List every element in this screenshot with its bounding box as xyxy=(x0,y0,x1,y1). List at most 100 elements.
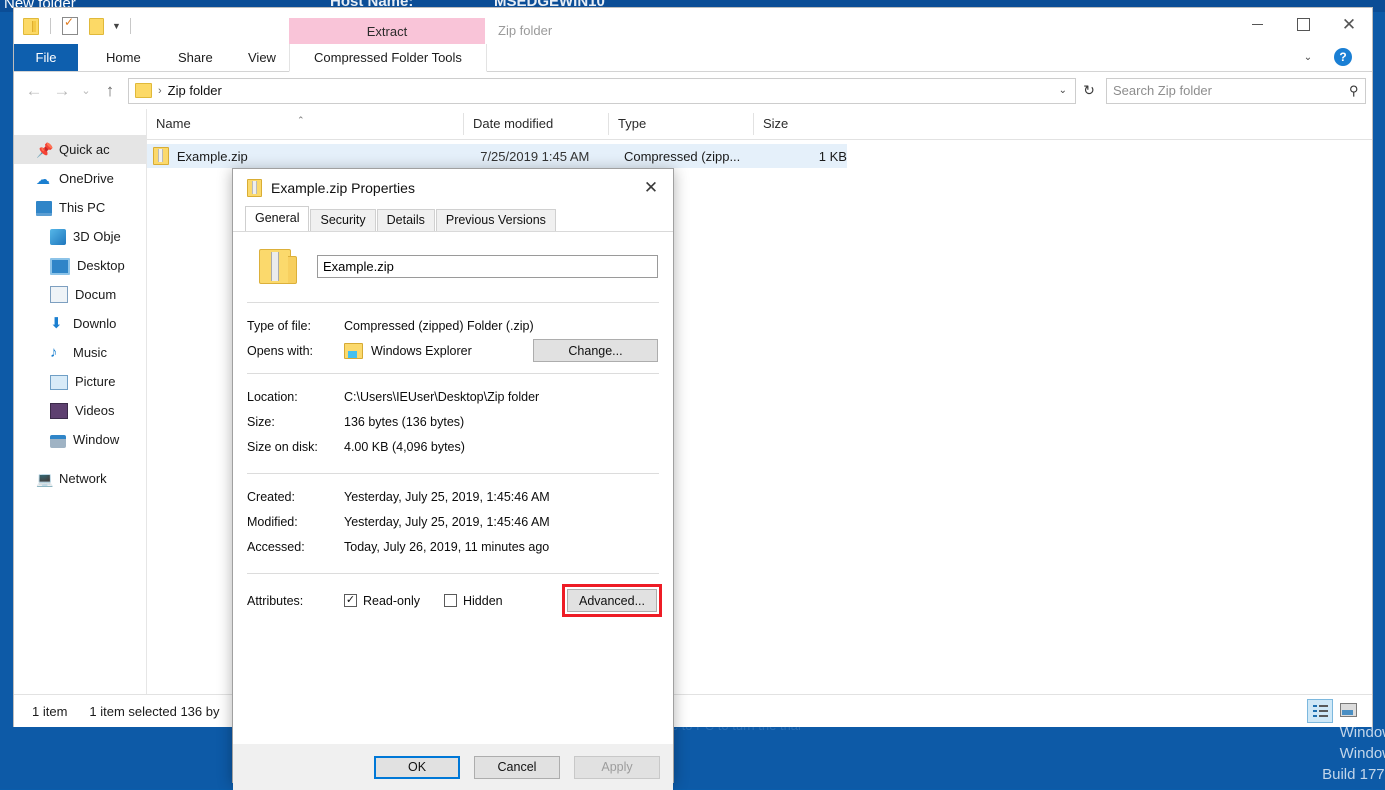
apply-button[interactable]: Apply xyxy=(574,756,660,779)
address-bar: ← → ⌄ ↑ › Zip folder ⌄ ↻ Search Zip fold… xyxy=(14,72,1372,109)
folder-icon xyxy=(135,83,152,98)
navigation-pane: 📌 Quick ac ☁ OneDrive This PC 3D Obje De… xyxy=(14,109,146,694)
file-explorer-window: ▼ ✕ Extract Zip folder File Home Share V… xyxy=(14,8,1372,726)
table-row[interactable]: Example.zip 7/25/2019 1:45 AM Compressed… xyxy=(147,144,847,168)
search-input[interactable]: Search Zip folder ⚲ xyxy=(1106,78,1366,104)
details-view-icon[interactable] xyxy=(1307,699,1333,723)
downloads-icon: ⬇ xyxy=(50,316,66,332)
sidebar-item-3d-objects[interactable]: 3D Obje xyxy=(14,222,146,251)
sidebar-label: This PC xyxy=(59,200,105,215)
videos-icon xyxy=(50,403,68,419)
dialog-footer: OK Cancel Apply xyxy=(233,744,673,790)
sidebar-item-onedrive[interactable]: ☁ OneDrive xyxy=(14,164,146,193)
back-button[interactable]: ← xyxy=(20,77,48,105)
minimize-button[interactable] xyxy=(1234,8,1280,40)
sidebar-label: Network xyxy=(59,471,107,486)
divider-3 xyxy=(247,473,659,474)
location-value: C:\Users\IEUser\Desktop\Zip folder xyxy=(344,390,539,404)
attributes-row: Attributes: ✓ Read-only Hidden Advanced.… xyxy=(247,584,659,617)
size-value: 136 bytes (136 bytes) xyxy=(344,415,464,429)
column-header-name[interactable]: Name ⌃ xyxy=(147,113,463,135)
advanced-button[interactable]: Advanced... xyxy=(567,589,657,612)
tab-compressed-folder-tools[interactable]: Compressed Folder Tools xyxy=(289,44,487,72)
chevron-down-icon-address[interactable]: ⌄ xyxy=(1059,85,1067,96)
refresh-icon[interactable]: ↻ xyxy=(1076,78,1102,104)
sidebar-item-windows-drive[interactable]: Window xyxy=(14,425,146,454)
new-folder-icon[interactable] xyxy=(83,13,109,39)
sidebar-label: 3D Obje xyxy=(73,229,121,244)
column-header-type[interactable]: Type xyxy=(608,113,753,135)
properties-icon[interactable] xyxy=(57,13,83,39)
accessed-row: Accessed: Today, July 26, 2019, 11 minut… xyxy=(247,534,659,559)
type-of-file-label: Type of file: xyxy=(247,319,344,333)
tab-general[interactable]: General xyxy=(245,206,309,231)
size-on-disk-row: Size on disk: 4.00 KB (4,096 bytes) xyxy=(247,434,659,459)
chevron-down-icon-ribbon[interactable]: ⌄ xyxy=(1296,44,1320,71)
sidebar-item-quick-access[interactable]: 📌 Quick ac xyxy=(14,135,146,164)
tab-security[interactable]: Security xyxy=(310,209,375,231)
column-header-row: Name ⌃ Date modified Type Size xyxy=(147,109,1372,140)
maximize-button[interactable] xyxy=(1280,8,1326,40)
dialog-title-bar: Example.zip Properties ✕ xyxy=(233,169,673,207)
advanced-button-highlight: Advanced... xyxy=(562,584,662,617)
change-button[interactable]: Change... xyxy=(533,339,658,362)
sidebar-item-network[interactable]: 💻 Network xyxy=(14,464,146,493)
sidebar-item-music[interactable]: ♪ Music xyxy=(14,338,146,367)
3d-objects-icon xyxy=(50,229,66,245)
tab-details[interactable]: Details xyxy=(377,209,435,231)
ok-button[interactable]: OK xyxy=(374,756,460,779)
tab-previous-versions[interactable]: Previous Versions xyxy=(436,209,556,231)
hidden-checkbox[interactable] xyxy=(444,594,457,607)
tab-view[interactable]: View xyxy=(234,44,290,71)
accessed-value: Today, July 26, 2019, 11 minutes ago xyxy=(344,540,549,554)
recent-locations-button[interactable]: ⌄ xyxy=(76,77,96,105)
zip-file-large-icon xyxy=(259,249,291,284)
size-on-disk-label: Size on disk: xyxy=(247,440,344,454)
file-type: Compressed (zipp... xyxy=(624,149,768,164)
qat-folder-icon[interactable] xyxy=(18,13,44,39)
up-button[interactable]: ↑ xyxy=(96,77,124,105)
size-label: Size: xyxy=(247,415,344,429)
column-header-date-modified[interactable]: Date modified xyxy=(463,113,608,135)
forward-button[interactable]: → xyxy=(48,77,76,105)
chevron-down-icon[interactable]: ▼ xyxy=(109,21,124,31)
divider-4 xyxy=(247,573,659,574)
tab-share[interactable]: Share xyxy=(164,44,227,71)
contextual-tab-header: Extract xyxy=(289,18,485,44)
breadcrumb-path[interactable]: Zip folder xyxy=(168,83,222,98)
readonly-checkbox[interactable]: ✓ xyxy=(344,594,357,607)
created-label: Created: xyxy=(247,490,344,504)
sidebar-item-this-pc[interactable]: This PC xyxy=(14,193,146,222)
address-path-box[interactable]: › Zip folder ⌄ xyxy=(128,78,1076,104)
created-value: Yesterday, July 25, 2019, 1:45:46 AM xyxy=(344,490,550,504)
documents-icon xyxy=(50,286,68,303)
tab-file[interactable]: File xyxy=(14,44,78,71)
desktop-icon xyxy=(50,258,70,275)
file-name-field[interactable]: Example.zip xyxy=(317,255,658,278)
view-mode-buttons xyxy=(1307,699,1360,723)
help-icon[interactable]: ? xyxy=(1334,48,1352,66)
readonly-label: Read-only xyxy=(363,594,420,608)
dialog-close-button[interactable]: ✕ xyxy=(629,169,673,207)
sidebar-item-downloads[interactable]: ⬇ Downlo xyxy=(14,309,146,338)
cancel-button[interactable]: Cancel xyxy=(474,756,560,779)
hidden-checkbox-wrap[interactable]: Hidden xyxy=(444,594,503,608)
modified-value: Yesterday, July 25, 2019, 1:45:46 AM xyxy=(344,515,550,529)
tab-home[interactable]: Home xyxy=(92,44,155,71)
sidebar-label: Videos xyxy=(75,403,115,418)
column-header-size[interactable]: Size xyxy=(753,113,851,135)
qat-divider-2 xyxy=(130,18,131,34)
music-icon: ♪ xyxy=(50,345,66,361)
dialog-title: Example.zip Properties xyxy=(271,180,415,196)
sidebar-item-pictures[interactable]: Picture xyxy=(14,367,146,396)
size-row: Size: 136 bytes (136 bytes) xyxy=(247,409,659,434)
sidebar-item-documents[interactable]: Docum xyxy=(14,280,146,309)
sidebar-item-desktop[interactable]: Desktop xyxy=(14,251,146,280)
readonly-checkbox-wrap[interactable]: ✓ Read-only xyxy=(344,594,420,608)
sidebar-label: Desktop xyxy=(77,258,125,273)
search-placeholder: Search Zip folder xyxy=(1113,83,1212,98)
close-button[interactable]: ✕ xyxy=(1326,8,1372,40)
large-icons-view-icon[interactable] xyxy=(1336,699,1360,721)
sidebar-item-videos[interactable]: Videos xyxy=(14,396,146,425)
search-icon: ⚲ xyxy=(1349,83,1359,99)
